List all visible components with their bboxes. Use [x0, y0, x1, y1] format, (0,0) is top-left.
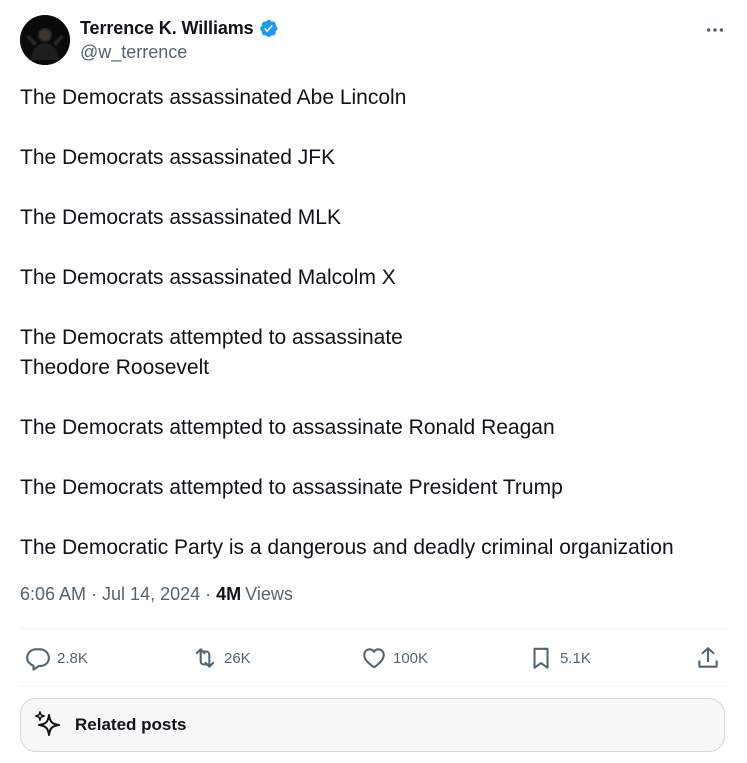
- views-label: Views: [245, 583, 293, 604]
- avatar[interactable]: [20, 15, 70, 65]
- sparkle-icon: [35, 711, 60, 736]
- tweet-meta: 6:06 AM · Jul 14, 2024 · 4M Views: [20, 582, 293, 606]
- tweet-paragraph: The Democrats assassinated MLK: [20, 206, 341, 229]
- tweet-text: The Democrats assassinated Abe Lincoln T…: [20, 83, 727, 563]
- divider: [20, 686, 727, 687]
- reply-button[interactable]: 2.8K: [25, 640, 88, 676]
- bookmark-button[interactable]: 5.1K: [528, 640, 591, 676]
- tweet: Terrence K. Williams @w_terrence The Dem…: [0, 0, 747, 763]
- tweet-paragraph: The Democrats attempted to assassinate P…: [20, 476, 563, 499]
- reply-icon: [26, 648, 50, 671]
- repost-icon: [195, 648, 215, 668]
- verified-badge-icon[interactable]: [258, 18, 279, 39]
- tweet-paragraph: The Democratic Party is a dangerous and …: [20, 536, 674, 559]
- tweet-paragraph: The Democrats assassinated JFK: [20, 146, 336, 169]
- tweet-paragraph: The Democrats assassinated Malcolm X: [20, 266, 396, 289]
- tweet-paragraph: The Democrats attempted to assassinate T…: [20, 326, 403, 379]
- related-posts-label: Related posts: [75, 715, 187, 734]
- reply-count: 2.8K: [57, 649, 88, 667]
- action-bar: 2.8K 26K 100K 5.1K: [20, 640, 727, 676]
- tweet-date[interactable]: Jul 14, 2024: [102, 584, 200, 605]
- bookmark-icon: [533, 647, 549, 669]
- like-count: 100K: [393, 649, 429, 667]
- tweet-paragraph: The Democrats attempted to assassinate R…: [20, 416, 555, 439]
- views-count: 4M: [216, 583, 242, 604]
- tweet-time[interactable]: 6:06 AM: [20, 584, 86, 605]
- name-row: Terrence K. Williams: [80, 16, 279, 40]
- share-icon: [698, 647, 718, 668]
- like-button[interactable]: 100K: [361, 640, 428, 676]
- repost-count: 26K: [224, 649, 251, 667]
- divider: [20, 628, 727, 629]
- handle[interactable]: @w_terrence: [80, 42, 187, 63]
- bookmark-count: 5.1K: [560, 649, 591, 667]
- repost-button[interactable]: 26K: [192, 640, 251, 676]
- meta-separator: ·: [91, 583, 98, 604]
- like-icon: [363, 648, 385, 669]
- tweet-paragraph: The Democrats assassinated Abe Lincoln: [20, 86, 407, 109]
- share-button[interactable]: [695, 640, 721, 676]
- display-name[interactable]: Terrence K. Williams: [80, 18, 254, 39]
- meta-separator: ·: [205, 583, 212, 604]
- tweet-header: Terrence K. Williams @w_terrence: [20, 14, 727, 66]
- related-posts-button[interactable]: Related posts: [20, 698, 725, 752]
- more-horizontal-icon[interactable]: [703, 18, 727, 42]
